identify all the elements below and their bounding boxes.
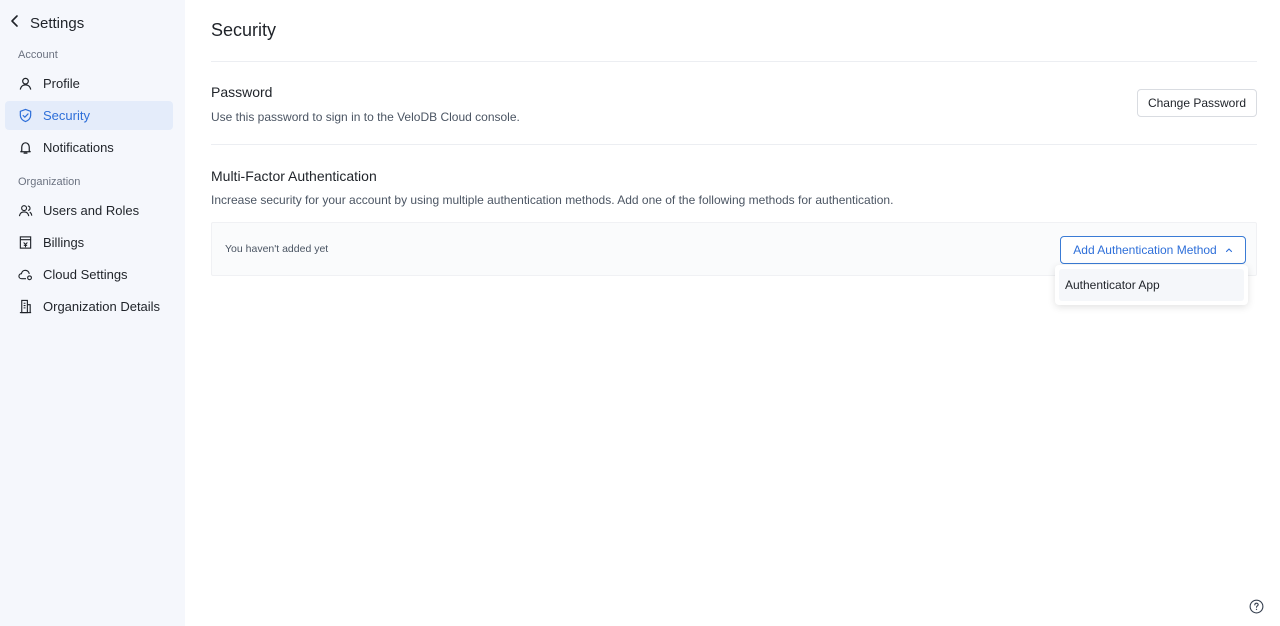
page-title: Security <box>211 20 277 40</box>
user-icon <box>18 76 33 91</box>
change-password-button[interactable]: Change Password <box>1137 89 1257 117</box>
building-icon <box>18 299 33 314</box>
sidebar-title: Settings <box>30 14 85 32</box>
sidebar-item-label: Notifications <box>43 140 114 155</box>
sidebar-item-label: Security <box>43 108 90 123</box>
sidebar-item-users-and-roles[interactable]: Users and Roles <box>5 196 173 225</box>
help-circle-icon[interactable] <box>1249 599 1264 614</box>
sidebar-item-profile[interactable]: Profile <box>5 69 173 98</box>
sidebar-item-organization-details[interactable]: Organization Details <box>5 292 173 321</box>
add-authentication-method-label: Add Authentication Method <box>1073 243 1217 257</box>
users-icon <box>18 203 33 218</box>
sidebar-item-label: Organization Details <box>43 299 161 314</box>
group-label-organization: Organization <box>18 176 81 188</box>
sidebar-item-label: Users and Roles <box>43 203 140 218</box>
sidebar-item-security[interactable]: Security <box>5 101 173 130</box>
sidebar-item-label: Cloud Settings <box>43 267 128 282</box>
shield-icon <box>18 108 33 123</box>
chevron-left-icon <box>8 14 22 33</box>
group-label-account: Account <box>18 49 58 61</box>
sidebar-item-notifications[interactable]: Notifications <box>5 133 173 162</box>
sidebar: Settings Account Profile Security Notifi… <box>0 0 185 626</box>
divider <box>211 144 1257 145</box>
main-content: Security Password Use this password to s… <box>211 0 1257 626</box>
authentication-method-dropdown: Authenticator App <box>1055 265 1248 305</box>
cloud-gear-icon <box>18 267 33 282</box>
dropdown-option-authenticator-app[interactable]: Authenticator App <box>1059 269 1244 301</box>
bell-icon <box>18 140 33 155</box>
mfa-section-title: Multi-Factor Authentication <box>211 168 377 184</box>
add-authentication-method-button[interactable]: Add Authentication Method <box>1060 236 1246 264</box>
sidebar-item-label: Profile <box>43 76 80 91</box>
billing-icon <box>18 235 33 250</box>
mfa-empty-text: You haven't added yet <box>225 243 329 255</box>
sidebar-item-label: Billings <box>43 235 85 250</box>
divider <box>211 61 1257 62</box>
password-section-description: Use this password to sign in to the Velo… <box>211 110 520 124</box>
password-section-title: Password <box>211 84 273 100</box>
sidebar-item-billings[interactable]: Billings <box>5 228 173 257</box>
chevron-up-icon <box>1225 243 1233 257</box>
mfa-section-description: Increase security for your account by us… <box>211 193 894 207</box>
back-to-settings[interactable]: Settings <box>8 12 84 34</box>
sidebar-item-cloud-settings[interactable]: Cloud Settings <box>5 260 173 289</box>
